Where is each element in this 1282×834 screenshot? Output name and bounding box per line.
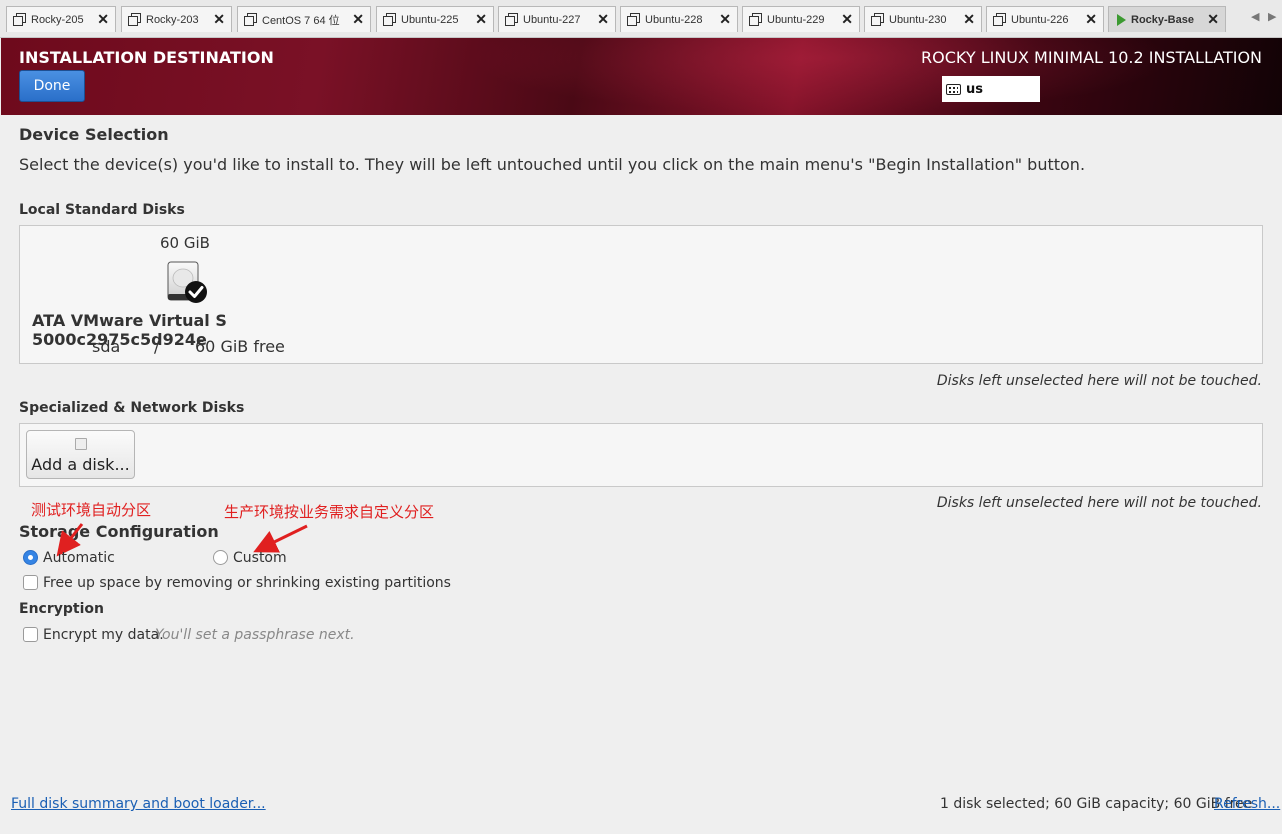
disk-separator: / [154,337,160,356]
vm-tab-bar: Rocky-205 ✕ Rocky-203 ✕ CentOS 7 64 位 ✕ … [0,0,1282,38]
vm-tab[interactable]: Ubuntu-230 ✕ [864,6,982,32]
disk-free: 60 GiB free [195,337,285,356]
vm-tab[interactable]: Rocky-203 ✕ [121,6,232,32]
local-disks-heading: Local Standard Disks [19,202,185,218]
vm-icon [13,13,26,26]
vm-icon [993,13,1006,26]
vm-tab-label: Ubuntu-227 [523,13,581,26]
close-icon[interactable]: ✕ [1085,11,1097,28]
close-icon[interactable]: ✕ [1207,11,1219,28]
close-icon[interactable]: ✕ [841,11,853,28]
vm-tab-label: Ubuntu-229 [767,13,825,26]
disk-status-summary: 1 disk selected; 60 GiB capacity; 60 GiB… [940,796,1253,812]
disk-device: sda [92,337,121,356]
storage-configuration-heading: Storage Configuration [19,522,219,541]
vm-tab[interactable]: CentOS 7 64 位 ✕ [237,6,371,32]
keyboard-layout-indicator[interactable]: us [942,76,1040,102]
vm-icon [505,13,518,26]
scroll-right-icon[interactable]: ▶ [1268,10,1276,23]
vm-icon [871,13,884,26]
refresh-link[interactable]: Refresh... [1214,796,1280,812]
close-icon[interactable]: ✕ [963,11,975,28]
disk-size: 60 GiB [160,234,210,252]
vm-icon [128,13,141,26]
vm-tab[interactable]: Ubuntu-227 ✕ [498,6,616,32]
custom-radio[interactable] [213,550,228,565]
vm-tab-label: Rocky-Base [1131,13,1194,26]
encrypt-hint: You'll set a passphrase next. [155,627,355,643]
close-icon[interactable]: ✕ [213,11,225,28]
product-title: ROCKY LINUX MINIMAL 10.2 INSTALLATION [921,48,1262,67]
vm-tab-label: CentOS 7 64 位 [262,14,340,27]
vm-tab[interactable]: Ubuntu-229 ✕ [742,6,860,32]
vm-tab-label: Ubuntu-225 [401,13,459,26]
device-selection-description: Select the device(s) you'd like to insta… [19,155,1086,174]
vm-tab-label: Ubuntu-230 [889,13,947,26]
close-icon[interactable]: ✕ [352,11,364,28]
vm-icon [627,13,640,26]
close-icon[interactable]: ✕ [597,11,609,28]
annotation-automatic: 测试环境自动分区 [31,501,152,519]
vm-tab[interactable]: Rocky-205 ✕ [6,6,116,32]
local-disks-note: Disks left unselected here will not be t… [936,373,1262,389]
device-selection-heading: Device Selection [19,125,169,144]
vm-icon [749,13,762,26]
network-disks-note: Disks left unselected here will not be t… [936,495,1262,511]
close-icon[interactable]: ✕ [475,11,487,28]
automatic-radio[interactable] [23,550,38,565]
add-disk-button[interactable]: Add a disk... [26,430,135,479]
encrypt-label[interactable]: Encrypt my data. [43,627,164,643]
disk-tile[interactable]: 60 GiB ATA VMware Virtual S 5000c2975c5d… [20,226,360,363]
running-vm-icon [1117,13,1126,26]
keyboard-layout-label: us [966,81,983,97]
free-space-label[interactable]: Free up space by removing or shrinking e… [43,575,451,591]
encryption-heading: Encryption [19,601,104,617]
vm-icon [244,13,257,26]
vm-tab-label: Ubuntu-226 [1011,13,1069,26]
hard-disk-selected-icon [167,261,207,303]
network-disks-panel [19,423,1263,487]
done-button[interactable]: Done [19,70,85,102]
vm-tab-label: Ubuntu-228 [645,13,703,26]
automatic-label[interactable]: Automatic [43,550,115,566]
free-space-checkbox[interactable] [23,575,38,590]
vm-tab-label: Rocky-203 [146,13,199,26]
full-disk-summary-link[interactable]: Full disk summary and boot loader... [11,796,266,812]
vm-tab-active[interactable]: Rocky-Base ✕ [1108,6,1226,32]
vm-icon [383,13,396,26]
close-icon[interactable]: ✕ [97,11,109,28]
main-content: Device Selection Select the device(s) yo… [1,115,1281,833]
close-icon[interactable]: ✕ [719,11,731,28]
page-title: INSTALLATION DESTINATION [19,48,274,67]
encrypt-checkbox[interactable] [23,627,38,642]
scroll-left-icon[interactable]: ◀ [1251,10,1259,23]
vm-tab[interactable]: Ubuntu-228 ✕ [620,6,738,32]
installer-header: INSTALLATION DESTINATION ROCKY LINUX MIN… [1,38,1282,115]
add-disk-label: Add a disk... [31,455,130,474]
custom-label[interactable]: Custom [233,550,287,566]
vm-tab[interactable]: Ubuntu-225 ✕ [376,6,494,32]
annotation-custom: 生产环境按业务需求自定义分区 [224,503,435,521]
arrow-to-custom [253,524,308,553]
vm-tab-label: Rocky-205 [31,13,84,26]
vm-tab[interactable]: Ubuntu-226 ✕ [986,6,1104,32]
local-disks-panel: 60 GiB ATA VMware Virtual S 5000c2975c5d… [19,225,1263,364]
network-disks-heading: Specialized & Network Disks [19,400,245,416]
disk-icon [75,438,87,450]
keyboard-icon [946,83,961,95]
